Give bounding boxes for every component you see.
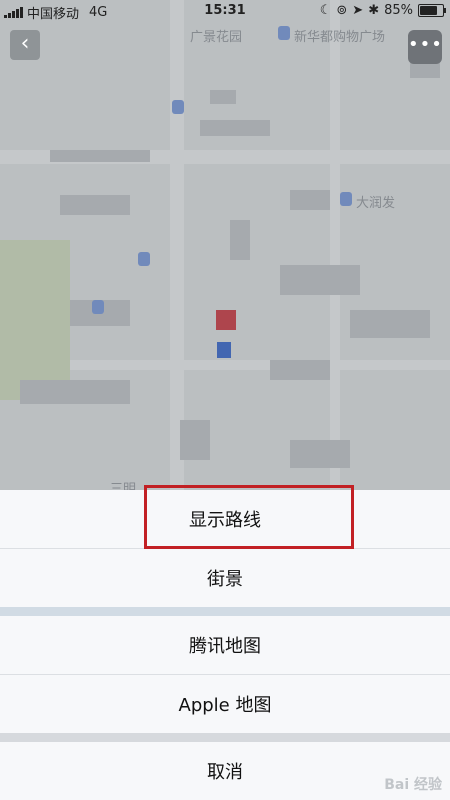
rotation-lock-icon: ⊚ bbox=[336, 3, 348, 18]
street-view-option[interactable]: 街景 bbox=[0, 549, 450, 608]
street-view-label: 街景 bbox=[207, 569, 243, 590]
back-button[interactable]: ‹ bbox=[10, 30, 40, 60]
apple-map-option[interactable]: Apple 地图 bbox=[0, 675, 450, 734]
cancel-button[interactable]: 取消 bbox=[0, 742, 450, 800]
status-bar: 中国移动 4G 15:31 ☾ ⊚ ➤ ✱ 85% bbox=[0, 0, 450, 22]
tencent-map-label: 腾讯地图 bbox=[189, 636, 261, 657]
apple-map-label: Apple 地图 bbox=[178, 695, 272, 716]
dim-overlay bbox=[0, 0, 450, 490]
highlight-box bbox=[144, 485, 354, 549]
separator bbox=[0, 733, 450, 742]
battery-icon bbox=[418, 4, 446, 17]
tencent-map-option[interactable]: 腾讯地图 bbox=[0, 616, 450, 675]
separator bbox=[0, 607, 450, 616]
more-icon: ••• bbox=[408, 34, 443, 55]
watermark: Bai 经验 bbox=[384, 777, 442, 793]
bluetooth-icon: ✱ bbox=[368, 3, 380, 18]
cancel-label: 取消 bbox=[207, 762, 243, 783]
location-arrow-icon: ➤ bbox=[352, 3, 364, 18]
chevron-left-icon: ‹ bbox=[20, 31, 30, 56]
more-button[interactable]: ••• bbox=[408, 30, 442, 64]
moon-icon: ☾ bbox=[319, 3, 332, 18]
map-view[interactable]: 广景花园 新华都购物广场 大润发 三明 bbox=[0, 0, 450, 490]
battery-percent: 85% bbox=[384, 3, 413, 18]
